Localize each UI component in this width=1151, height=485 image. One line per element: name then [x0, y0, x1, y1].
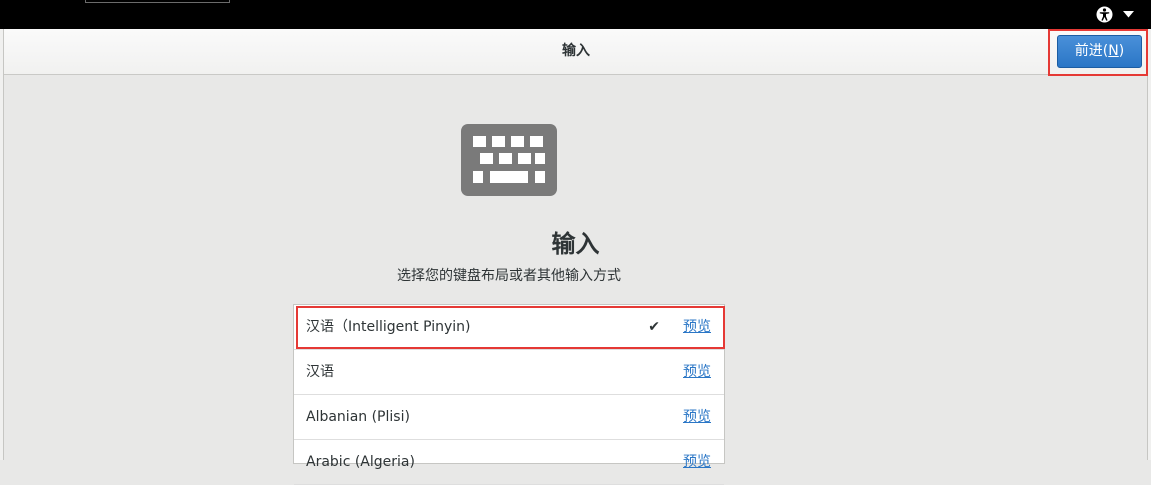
- layout-label: Albanian (Plisi): [306, 409, 410, 425]
- header-title: 输入: [562, 43, 590, 59]
- layout-label: 汉语: [306, 364, 334, 380]
- topbar-tab-outline: [85, 0, 230, 3]
- keyboard-icon: [461, 124, 557, 196]
- layout-row[interactable]: Albanian (Plisi) 预览: [294, 395, 724, 440]
- layout-label: Arabic (Algeria): [306, 454, 415, 470]
- preview-link[interactable]: 预览: [683, 440, 711, 484]
- preview-link[interactable]: 预览: [683, 395, 711, 439]
- preview-link[interactable]: 预览: [683, 350, 711, 394]
- layout-row[interactable]: Arabic (Algeria) 预览: [294, 440, 724, 485]
- layout-row[interactable]: 汉语 预览: [294, 350, 724, 395]
- next-button-highlight-box: [1048, 29, 1148, 76]
- system-top-bar: [0, 0, 1151, 29]
- header-bar: 输入: [4, 29, 1148, 75]
- selected-row-highlight-box: [296, 306, 725, 349]
- accessibility-icon[interactable]: [1096, 6, 1113, 23]
- chevron-down-icon[interactable]: [1123, 11, 1134, 18]
- page-heading: 输入: [551, 230, 600, 258]
- page-subtitle: 选择您的键盘布局或者其他输入方式: [397, 268, 621, 284]
